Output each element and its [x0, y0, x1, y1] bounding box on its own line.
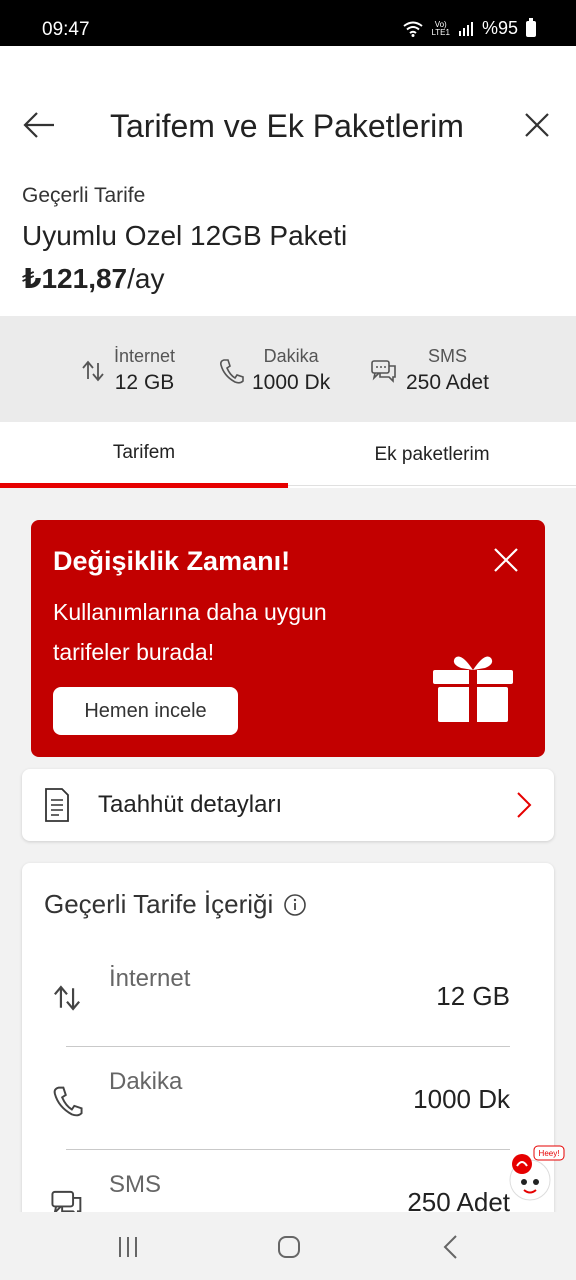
- row-divider: [66, 1046, 510, 1047]
- status-bar: 09:47 Vo) LTE1 %95: [0, 0, 576, 46]
- page-title: Tarifem ve Ek Paketlerim: [110, 108, 464, 144]
- row-label: İnternet: [109, 965, 191, 992]
- summary-value: 1000 Dk: [252, 371, 331, 394]
- row-label: Dakika: [109, 1068, 183, 1095]
- tariff-content-card: Geçerli Tarife İçeriği İnternet 12 GB Da…: [22, 863, 554, 1243]
- promo-text: Kullanımlarına daha uygun tarifeler bura…: [53, 599, 327, 665]
- tab-bar: Tarifem Ek paketlerim: [0, 422, 576, 488]
- chat-bubbles-icon: [371, 359, 396, 383]
- home-icon[interactable]: [274, 1232, 304, 1262]
- wifi-icon: [403, 21, 424, 37]
- row-value: 12 GB: [436, 981, 510, 1011]
- summary-minutes: Dakika 1000 Dk: [218, 346, 330, 395]
- summary-label: İnternet: [114, 346, 176, 366]
- row-divider: [66, 1149, 510, 1150]
- summary-value: 250 Adet: [406, 371, 489, 394]
- internet-arrows-icon: [82, 360, 104, 381]
- mascot-bubble-text: Heey!: [539, 1149, 560, 1158]
- content-title-text: Geçerli Tarife İçeriği: [44, 889, 274, 919]
- back-arrow-icon[interactable]: [22, 110, 56, 140]
- usage-summary: İnternet 12 GB Dakika 1000 Dk SMS 250 Ad…: [0, 316, 576, 422]
- system-nav-bar: [0, 1212, 576, 1280]
- battery-icon: [526, 17, 536, 37]
- phone-icon: [220, 358, 244, 384]
- row-label: SMS: [109, 1171, 162, 1198]
- price-unit: /ay: [127, 263, 165, 294]
- phone-icon: [53, 1086, 83, 1117]
- summary-internet: İnternet 12 GB: [80, 346, 175, 395]
- tab-divider: [288, 485, 576, 486]
- commitment-details-row[interactable]: Taahhüt detayları: [22, 769, 554, 841]
- price-amount: ₺121,87: [22, 263, 128, 294]
- recent-apps-icon[interactable]: [113, 1232, 143, 1262]
- summary-value: 12 GB: [114, 371, 175, 394]
- status-time: 09:47: [42, 19, 90, 40]
- close-icon[interactable]: [524, 112, 550, 138]
- content-row-minutes: Dakika 1000 Dk: [22, 1048, 554, 1151]
- chevron-right-icon: [517, 792, 532, 818]
- tariff-price: ₺121,87/ay: [22, 262, 164, 295]
- promo-close-icon[interactable]: [493, 547, 519, 573]
- gift-icon: [433, 656, 513, 722]
- document-icon: [45, 788, 69, 822]
- content-title: Geçerli Tarife İçeriği: [44, 889, 307, 920]
- promo-banner: Değişiklik Zamanı! Kullanımlarına daha u…: [31, 520, 545, 757]
- row-value: 1000 Dk: [413, 1084, 510, 1114]
- content-row-internet: İnternet 12 GB: [22, 945, 554, 1048]
- back-nav-icon[interactable]: [436, 1232, 466, 1262]
- tariff-name: Uyumlu Ozel 12GB Paketi: [22, 220, 348, 251]
- summary-label: SMS: [427, 346, 467, 366]
- tab-tarifem[interactable]: Tarifem: [0, 422, 288, 488]
- summary-label: Dakika: [263, 346, 319, 366]
- info-icon[interactable]: [283, 893, 307, 917]
- commitment-label: Taahhüt detayları: [98, 791, 283, 818]
- status-icons: Vo) LTE1 %95: [403, 17, 536, 39]
- promo-cta-button[interactable]: Hemen incele: [53, 687, 238, 735]
- promo-title: Değişiklik Zamanı!: [53, 546, 291, 576]
- summary-sms: SMS 250 Adet: [370, 346, 489, 395]
- current-tariff-label: Geçerli Tarife: [22, 184, 146, 207]
- mascot-assistant-icon[interactable]: Heey!: [504, 1144, 566, 1206]
- signal-icon: [458, 21, 473, 36]
- internet-arrows-icon: [54, 985, 80, 1011]
- network-type: Vo) LTE1: [431, 19, 450, 37]
- tab-ek-paketlerim[interactable]: Ek paketlerim: [288, 422, 576, 488]
- battery-level: %95: [481, 18, 518, 38]
